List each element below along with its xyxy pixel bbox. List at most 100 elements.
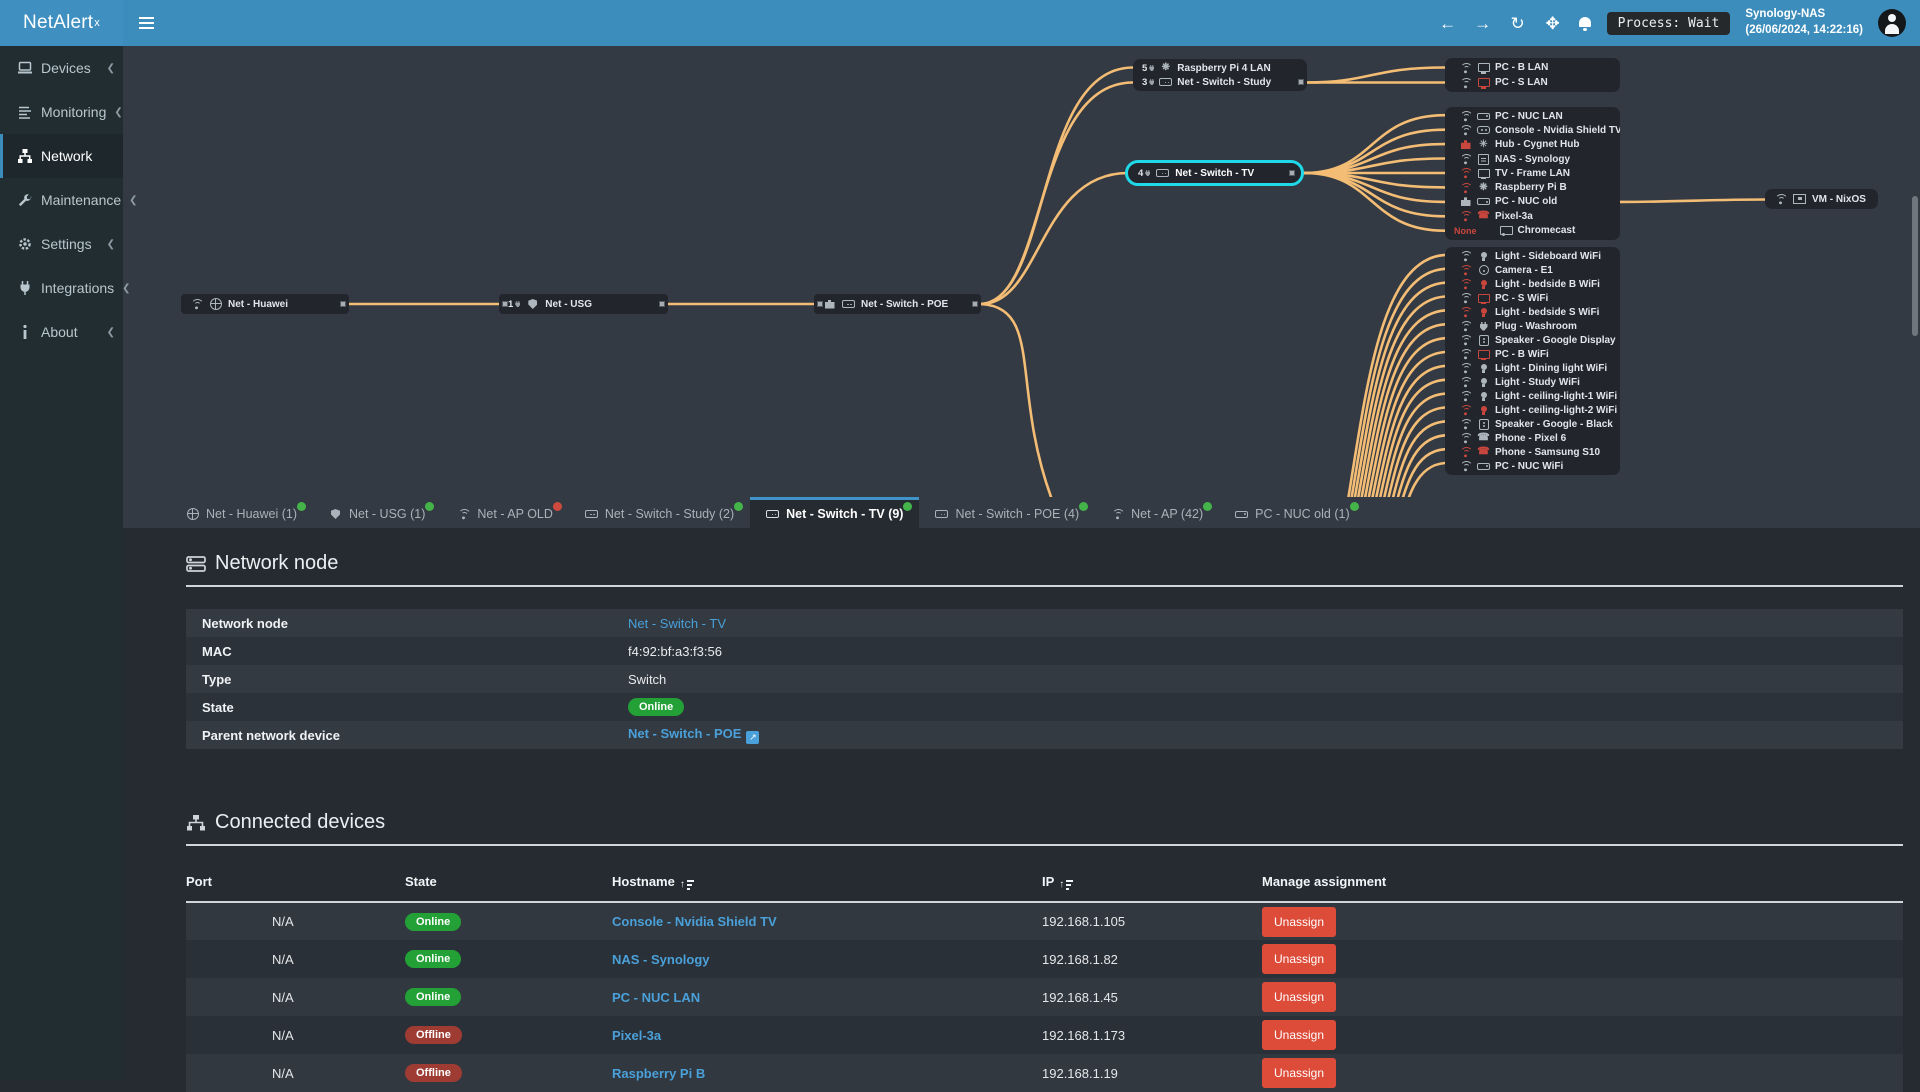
back-arrow-icon[interactable]: ←	[1438, 15, 1458, 32]
device-row[interactable]: Phone - Samsung S10	[1445, 445, 1620, 459]
sidebar-item-label: Network	[41, 148, 93, 164]
device-row[interactable]: Speaker - Google Display	[1445, 333, 1620, 347]
forward-arrow-icon[interactable]: →	[1473, 15, 1493, 32]
node-net-switch-poe[interactable]: Net - Switch - POE	[814, 294, 981, 314]
node-group-study[interactable]: 5 Raspberry Pi 4 LAN 3 Net - Switch - St…	[1133, 59, 1307, 91]
column-header-hostname: Hostname ↑	[612, 862, 1042, 903]
hostname-link[interactable]: Pixel-3a	[612, 1028, 661, 1043]
sidebar-toggle-button[interactable]	[123, 0, 169, 46]
device-row[interactable]: Speaker - Google - Black	[1445, 417, 1620, 431]
device-row[interactable]: Light - Study WiFi	[1445, 375, 1620, 389]
device-row[interactable]: PC - B WiFi	[1445, 347, 1620, 361]
device-icon	[1477, 292, 1490, 304]
device-icon	[1159, 76, 1172, 88]
device-row[interactable]: Light - ceiling-light-2 WiFi	[1445, 403, 1620, 417]
network-topology-diagram[interactable]: Net - Huawei 1 Net - USG Net - Switch - …	[123, 46, 1920, 497]
sidebar-item-icon	[23, 324, 27, 339]
content-area: Network node Network node Net - Switch -…	[123, 528, 1920, 1092]
sidebar-item[interactable]: Monitoring ❮	[0, 90, 123, 134]
device-label: Speaker - Google Display	[1495, 334, 1616, 346]
device-row[interactable]: Light - ceiling-light-1 WiFi	[1445, 389, 1620, 403]
unassign-button[interactable]: Unassign	[1262, 1020, 1337, 1050]
hostname-link[interactable]: PC - NUC LAN	[612, 990, 700, 1005]
app-logo[interactable]: NetAlert x	[0, 0, 123, 46]
device-row[interactable]: PC - B LAN	[1445, 60, 1620, 75]
host-name: Synology-NAS	[1745, 8, 1826, 21]
sidebar-item-label: Monitoring	[41, 104, 107, 120]
move-pan-icon[interactable]: ✥	[1543, 15, 1563, 32]
hostname-link[interactable]: Console - Nvidia Shield TV	[612, 914, 777, 929]
device-row[interactable]: Light - bedside B WiFi	[1445, 277, 1620, 291]
sidebar-item[interactable]: Integrations ❮	[0, 266, 131, 310]
connection-icon	[1459, 348, 1472, 360]
sidebar-item[interactable]: Settings ❮	[0, 222, 123, 266]
device-row[interactable]: Console - Nvidia Shield TV	[1445, 123, 1620, 137]
device-row[interactable]: PC - NUC LAN	[1445, 109, 1620, 123]
sidebar-item[interactable]: Maintenance ❮	[0, 178, 138, 222]
unassign-button[interactable]: Unassign	[1262, 906, 1337, 937]
device-label: Plug - Washroom	[1495, 320, 1577, 332]
network-node-tab[interactable]: PC - NUC old (1)	[1219, 497, 1365, 528]
network-node-tab[interactable]: Net - USG (1)	[313, 497, 441, 528]
notifications-bell-icon[interactable]	[1578, 16, 1592, 31]
chevron-left-icon: ❮	[106, 238, 115, 250]
device-label: Light - bedside S WiFi	[1495, 306, 1600, 318]
diagram-node-row[interactable]: 3 Net - Switch - Study	[1133, 75, 1307, 89]
hostname-link[interactable]: NAS - Synology	[612, 952, 710, 967]
table-row: State Online	[186, 693, 1903, 721]
node-net-switch-tv-selected[interactable]: 4 Net - Switch - TV	[1125, 160, 1304, 186]
refresh-icon[interactable]: ↻	[1508, 15, 1528, 32]
sidebar-item[interactable]: Network	[0, 134, 123, 178]
network-node-tab[interactable]: Net - AP OLD	[441, 497, 569, 528]
network-node-tab[interactable]: Net - Switch - Study (2)	[569, 497, 750, 528]
connection-icon	[1459, 250, 1472, 262]
device-row[interactable]: Plug - Washroom	[1445, 319, 1620, 333]
device-row[interactable]: Pixel-3a	[1445, 209, 1620, 223]
sidebar-item[interactable]: About ❮	[0, 310, 123, 354]
network-node-tab[interactable]: Net - Switch - TV (9)	[750, 497, 920, 528]
user-avatar[interactable]	[1878, 9, 1906, 37]
device-row[interactable]: Phone - Pixel 6	[1445, 431, 1620, 445]
device-row[interactable]: NAS - Synology	[1445, 152, 1620, 166]
ip-cell: 192.168.1.105	[1042, 914, 1126, 929]
device-icon	[1477, 153, 1490, 165]
status-dot	[1349, 502, 1359, 511]
parent-node-link[interactable]: Net - Switch - POE	[628, 726, 741, 741]
device-row[interactable]: Light - Sideboard WiFi	[1445, 249, 1620, 263]
device-row[interactable]: Light - bedside S WiFi	[1445, 305, 1620, 319]
sidebar-item[interactable]: Devices ❮	[0, 46, 123, 90]
device-row[interactable]: Hub - Cygnet Hub	[1445, 138, 1620, 152]
device-row[interactable]: Raspberry Pi B	[1445, 180, 1620, 194]
connection-icon	[1459, 181, 1472, 194]
sidebar-item-icon	[18, 149, 32, 163]
unassign-button[interactable]: Unassign	[1262, 1058, 1337, 1088]
device-row[interactable]: PC - NUC old	[1445, 195, 1620, 209]
device-row[interactable]: Light - Dining light WiFi	[1445, 361, 1620, 375]
device-icon	[1477, 418, 1490, 430]
node-link[interactable]: Net - Switch - TV	[628, 616, 726, 631]
device-label: Light - Dining light WiFi	[1495, 362, 1608, 374]
section-title-text: Network node	[215, 552, 339, 574]
device-row[interactable]: Camera - E1	[1445, 263, 1620, 277]
unassign-button[interactable]: Unassign	[1262, 982, 1337, 1012]
network-node-tab[interactable]: Net - Huawei (1)	[170, 497, 313, 528]
device-row[interactable]: PC - S LAN	[1445, 75, 1620, 90]
node-vm-nixos[interactable]: VM - NixOS	[1765, 189, 1878, 209]
sort-icon[interactable]: ↑	[680, 878, 694, 890]
unassign-button[interactable]: Unassign	[1262, 944, 1337, 974]
diagram-node-row[interactable]: 5 Raspberry Pi 4 LAN	[1133, 61, 1307, 75]
device-row[interactable]: None Chromecast	[1445, 223, 1620, 237]
device-row[interactable]: TV - Frame LAN	[1445, 166, 1620, 180]
device-row[interactable]: PC - NUC WiFi	[1445, 459, 1620, 473]
device-row[interactable]: PC - S WiFi	[1445, 291, 1620, 305]
sort-icon[interactable]: ↑	[1059, 878, 1074, 890]
hostname-link[interactable]: Raspberry Pi B	[612, 1066, 705, 1081]
external-link-icon[interactable]: ↗	[746, 731, 760, 744]
device-table-row: N/A Online PC - NUC LAN 192.168.1.45 Una…	[186, 978, 1903, 1016]
device-table-row: N/A Online NAS - Synology 192.168.1.82 U…	[186, 940, 1903, 978]
scrollbar-thumb[interactable]	[1912, 196, 1918, 336]
node-net-huawei[interactable]: Net - Huawei	[181, 294, 349, 314]
network-node-tab[interactable]: Net - AP (42)	[1095, 497, 1219, 528]
network-node-tab[interactable]: Net - Switch - POE (4)	[919, 497, 1095, 528]
node-net-usg[interactable]: 1 Net - USG	[499, 294, 668, 314]
